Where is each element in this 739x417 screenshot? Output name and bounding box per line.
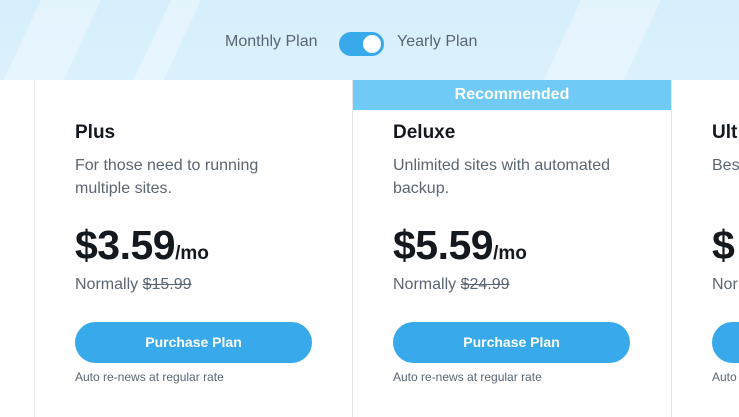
purchase-plan-button[interactable]: Purchase Plan bbox=[393, 322, 630, 363]
purchase-plan-button[interactable] bbox=[712, 322, 739, 363]
price-period: /mo bbox=[175, 243, 209, 264]
purchase-plan-button[interactable]: Purchase Plan bbox=[75, 322, 312, 363]
plan-card-plus: Plus For those need to running multiple … bbox=[35, 80, 352, 417]
renew-note: Auto re-news at regular rate bbox=[393, 370, 542, 384]
plan-name: Deluxe bbox=[393, 122, 456, 143]
normal-price-row: Normally $24.99 bbox=[393, 276, 510, 294]
plan-description: For those need to running multiple sites… bbox=[75, 157, 259, 197]
normal-price: $24.99 bbox=[460, 276, 510, 293]
plan-description: Bes opti bbox=[712, 157, 739, 174]
plan-name: Plus bbox=[75, 122, 116, 143]
recommended-ribbon: Recommended bbox=[353, 80, 671, 110]
billing-toggle-switch[interactable] bbox=[339, 32, 384, 56]
billing-toggle-row: Monthly Plan Yearly Plan bbox=[0, 30, 739, 56]
price-amount: $3.59 bbox=[75, 222, 176, 268]
price-amount: $5.59 bbox=[393, 222, 494, 268]
yearly-plan-label[interactable]: Yearly Plan bbox=[397, 33, 477, 51]
monthly-plan-label[interactable]: Monthly Plan bbox=[225, 33, 318, 51]
normal-price: $15.99 bbox=[142, 276, 192, 293]
plan-name: Ult bbox=[712, 122, 738, 143]
price-amount: $ bbox=[712, 222, 735, 268]
plan-price: $ bbox=[712, 222, 735, 269]
price-period: /mo bbox=[493, 243, 527, 264]
normally-label: Nor bbox=[712, 276, 738, 293]
pricing-cards: Plus For those need to running multiple … bbox=[0, 80, 739, 417]
toggle-knob bbox=[363, 35, 381, 53]
plan-description: Unlimited sites with automated backup. bbox=[393, 157, 610, 197]
hero-banner: Monthly Plan Yearly Plan bbox=[0, 0, 739, 80]
renew-note: Auto re-news at regular rate bbox=[75, 370, 224, 384]
normal-price-row: Normally $15.99 bbox=[75, 276, 192, 294]
renew-note: Auto bbox=[712, 370, 737, 384]
plan-price: $3.59/mo bbox=[75, 222, 209, 269]
plan-price: $5.59/mo bbox=[393, 222, 527, 269]
plan-card-ultimate: Ult Bes opti $ Nor Auto bbox=[672, 80, 739, 417]
normally-label: Normally bbox=[75, 276, 139, 293]
normally-label: Normally bbox=[393, 276, 457, 293]
plan-card-deluxe: Deluxe Unlimited sites with automated ba… bbox=[353, 80, 671, 417]
normal-price-row: Nor bbox=[712, 276, 738, 294]
